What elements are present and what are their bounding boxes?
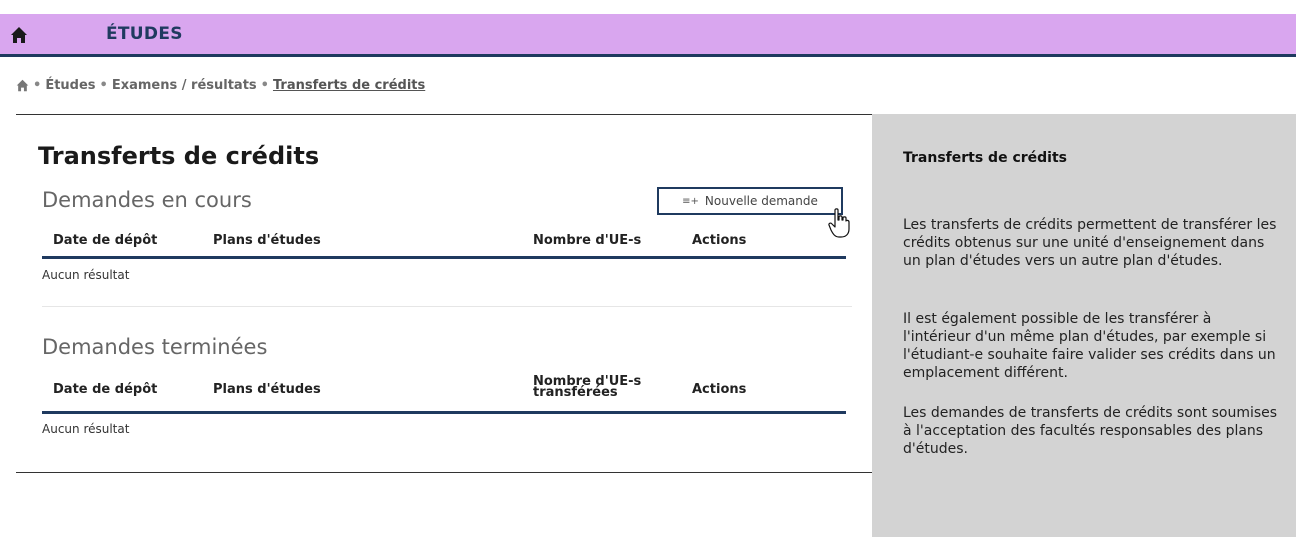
table-header-underline [42, 256, 846, 259]
info-paragraph: Il est également possible de les transfé… [903, 311, 1276, 381]
new-request-button[interactable]: ≡+ Nouvelle demande [657, 187, 843, 215]
column-header-plans: Plans d'études [213, 233, 321, 248]
breadcrumb-home-icon[interactable] [16, 79, 29, 92]
breadcrumb: • Études • Examens / résultats • Transfe… [16, 78, 425, 93]
top-bar: ÉTUDES [0, 14, 1296, 57]
breadcrumb-current[interactable]: Transferts de crédits [273, 78, 425, 93]
new-request-label: Nouvelle demande [704, 194, 818, 208]
table-header-underline [42, 411, 846, 414]
column-header-count-transferred: Nombre d'UE-s transférées [533, 374, 642, 400]
column-header-actions: Actions [692, 382, 747, 397]
empty-result-text: Aucun résultat [42, 268, 130, 282]
home-icon[interactable] [10, 26, 28, 44]
breadcrumb-separator: • [99, 78, 108, 93]
hand-pointer-cursor-icon [828, 208, 850, 238]
empty-result-text: Aucun résultat [42, 422, 130, 436]
breadcrumb-separator: • [33, 78, 42, 93]
pending-requests-title: Demandes en cours [42, 188, 252, 212]
breadcrumb-item-etudes[interactable]: Études [45, 78, 95, 93]
column-header-actions: Actions [692, 233, 747, 248]
section-divider [42, 306, 852, 307]
app-title[interactable]: ÉTUDES [106, 24, 183, 44]
info-paragraph: Les transferts de crédits permettent de … [903, 217, 1277, 269]
column-header-count: Nombre d'UE-s [533, 233, 642, 248]
completed-requests-title: Demandes terminées [42, 335, 268, 359]
info-paragraph: Les demandes de transferts de crédits so… [903, 405, 1278, 457]
breadcrumb-separator: • [260, 78, 269, 93]
column-header-date: Date de dépôt [53, 382, 158, 397]
page-title: Transferts de crédits [38, 142, 320, 170]
info-sidebar: Transferts de crédits Les transferts de … [872, 114, 1296, 537]
info-title: Transferts de crédits [903, 150, 1067, 166]
column-header-date: Date de dépôt [53, 233, 158, 248]
add-list-icon: ≡+ [682, 195, 699, 207]
breadcrumb-item-examens[interactable]: Examens / résultats [112, 78, 257, 93]
main-bottom-divider [16, 472, 872, 473]
main-top-divider [16, 114, 872, 115]
column-header-plans: Plans d'études [213, 382, 321, 397]
